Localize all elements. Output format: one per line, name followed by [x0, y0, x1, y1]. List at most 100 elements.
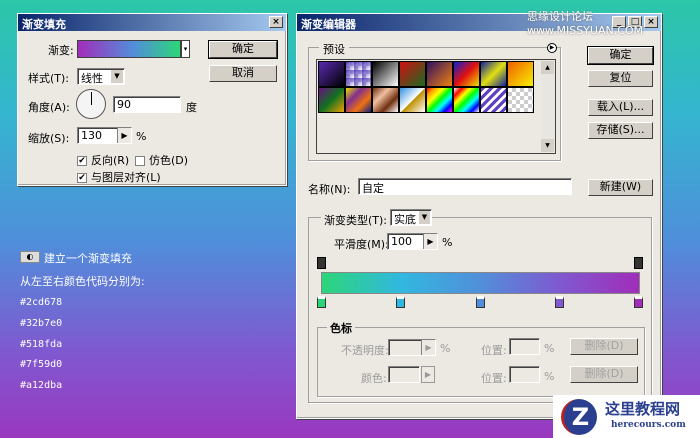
preset-swatch[interactable]	[453, 87, 480, 113]
preset-swatch[interactable]	[399, 87, 426, 113]
scroll-down-arrow[interactable]: ▼	[541, 139, 554, 152]
percent-unit: %	[136, 130, 147, 143]
dialog-title: 渐变编辑器	[301, 18, 356, 31]
opacity-percent: %	[440, 342, 451, 355]
preset-swatch[interactable]	[426, 61, 453, 87]
color-stop[interactable]	[396, 296, 406, 308]
smoothness-label: 平滑度(M):	[334, 238, 389, 251]
gradient-type-value: 实底	[394, 213, 416, 226]
checkbox-empty-icon	[135, 156, 145, 166]
gradient-preview-bar[interactable]	[321, 272, 640, 294]
opacity-stop-right[interactable]	[634, 257, 643, 269]
reverse-label: 反向(R)	[91, 154, 130, 167]
color-code: #7f59d0	[20, 359, 63, 370]
gradient-dropdown-arrow[interactable]: ▾	[181, 40, 190, 58]
preset-swatch[interactable]	[426, 87, 453, 113]
color-code: #32b7e0	[20, 318, 63, 329]
align-checkbox[interactable]: ✔ 与图层对齐(L)	[77, 169, 161, 185]
angle-label: 角度(A):	[28, 101, 70, 114]
preset-swatch[interactable]	[372, 87, 399, 113]
angle-dial[interactable]	[76, 89, 106, 119]
reverse-checkbox[interactable]: ✔ 反向(R)	[77, 152, 129, 168]
cancel-button[interactable]: 取消	[209, 65, 277, 82]
preset-swatch[interactable]	[480, 61, 507, 87]
dialog-title: 渐变填充	[22, 18, 66, 31]
color-swatch-input[interactable]	[388, 366, 420, 383]
ok-button[interactable]: 确定	[587, 46, 654, 65]
description-text: 从左至右颜色代码分别为:	[20, 275, 145, 288]
preset-swatch[interactable]	[372, 61, 399, 87]
chevron-down-icon[interactable]: ▼	[111, 70, 123, 83]
preset-swatch[interactable]	[318, 87, 345, 113]
check-icon: ✔	[77, 173, 87, 183]
name-input[interactable]: 自定	[358, 178, 572, 195]
presets-label: 预设	[319, 41, 349, 57]
scroll-up-arrow[interactable]: ▲	[541, 61, 554, 74]
style-label: 样式(T):	[28, 72, 70, 85]
gradient-picker[interactable]	[77, 40, 181, 58]
preset-swatch[interactable]	[399, 61, 426, 87]
color-location-label: 位置:	[481, 372, 507, 385]
angle-input[interactable]: 90	[113, 96, 181, 113]
opacity-stop-left[interactable]	[317, 257, 326, 269]
color-code: #a12dba	[20, 380, 63, 391]
check-icon: ✔	[77, 156, 87, 166]
gradient-label: 渐变:	[48, 44, 74, 57]
chevron-down-icon[interactable]: ▼	[419, 211, 430, 224]
color-stop[interactable]	[634, 296, 643, 308]
dither-label: 仿色(D)	[149, 154, 189, 167]
gradient-editor-dialog: 渐变编辑器 _ □ × 预设 ▶ ▲ ▼ 确定 复位 载入(L)... 存储(S…	[296, 13, 662, 419]
reset-button[interactable]: 复位	[588, 70, 653, 87]
smoothness-input[interactable]: 100 ▶	[387, 233, 438, 250]
step-text: 建立一个渐变填充	[44, 252, 132, 265]
name-label: 名称(N):	[308, 183, 351, 196]
stops-label: 色标	[327, 320, 355, 336]
gradient-fill-layer-icon: ◐	[20, 251, 40, 263]
opacity-arrow[interactable]: ▶	[421, 340, 435, 355]
scale-value: 130	[81, 129, 102, 142]
load-button[interactable]: 载入(L)...	[588, 99, 653, 116]
close-button[interactable]: ×	[269, 16, 283, 28]
color-code: #518fda	[20, 339, 63, 350]
logo-url: herecours.com	[611, 420, 686, 430]
opacity-input[interactable]: ▶	[388, 339, 436, 356]
dither-checkbox[interactable]: 仿色(D)	[135, 152, 188, 168]
preset-swatch[interactable]	[453, 61, 480, 87]
opacity-location-label: 位置:	[481, 344, 507, 357]
preset-swatch[interactable]	[507, 61, 534, 87]
ok-button[interactable]: 确定	[208, 40, 278, 59]
delete-opacity-stop-button[interactable]: 删除(D)	[570, 338, 638, 355]
color-code: #2cd678	[20, 297, 63, 308]
color-stop[interactable]	[554, 296, 564, 308]
opacity-location-input[interactable]	[509, 338, 540, 355]
preset-swatch[interactable]	[345, 61, 372, 87]
color-menu-arrow[interactable]: ▶	[421, 366, 435, 383]
percent-unit: %	[442, 236, 453, 249]
color-stop[interactable]	[317, 296, 326, 308]
presets-menu-icon[interactable]: ▶	[547, 43, 557, 53]
color-stop[interactable]	[475, 296, 485, 308]
watermark: 思缘设计论坛 www.MISSYUAN.COM	[527, 10, 644, 37]
color-location-input[interactable]	[509, 366, 540, 383]
opacity-location-percent: %	[544, 342, 555, 355]
color-location-percent: %	[544, 370, 555, 383]
preset-swatch[interactable]	[318, 61, 345, 87]
site-logo: Z 这里教程网 herecours.com	[553, 395, 700, 438]
save-button[interactable]: 存储(S)...	[588, 122, 653, 139]
scale-input[interactable]: 130 ▶	[77, 127, 132, 144]
style-value: 线性	[81, 72, 103, 85]
preset-swatch[interactable]	[507, 87, 534, 113]
gradient-type-label: 渐变类型(T):	[321, 212, 391, 228]
scrollbar[interactable]: ▲ ▼	[541, 61, 554, 152]
preset-swatch[interactable]	[345, 87, 372, 113]
opacity-label: 不透明度:	[341, 344, 389, 357]
presets-list: ▲ ▼	[316, 59, 556, 154]
preset-swatch[interactable]	[480, 87, 507, 113]
smoothness-slider-arrow[interactable]: ▶	[423, 234, 437, 249]
logo-name: 这里教程网	[605, 400, 681, 418]
scale-slider-arrow[interactable]: ▶	[117, 128, 131, 143]
name-value: 自定	[362, 182, 384, 195]
scale-label: 缩放(S):	[28, 132, 70, 145]
delete-color-stop-button[interactable]: 删除(D)	[570, 366, 638, 383]
new-button[interactable]: 新建(W)	[588, 179, 653, 196]
